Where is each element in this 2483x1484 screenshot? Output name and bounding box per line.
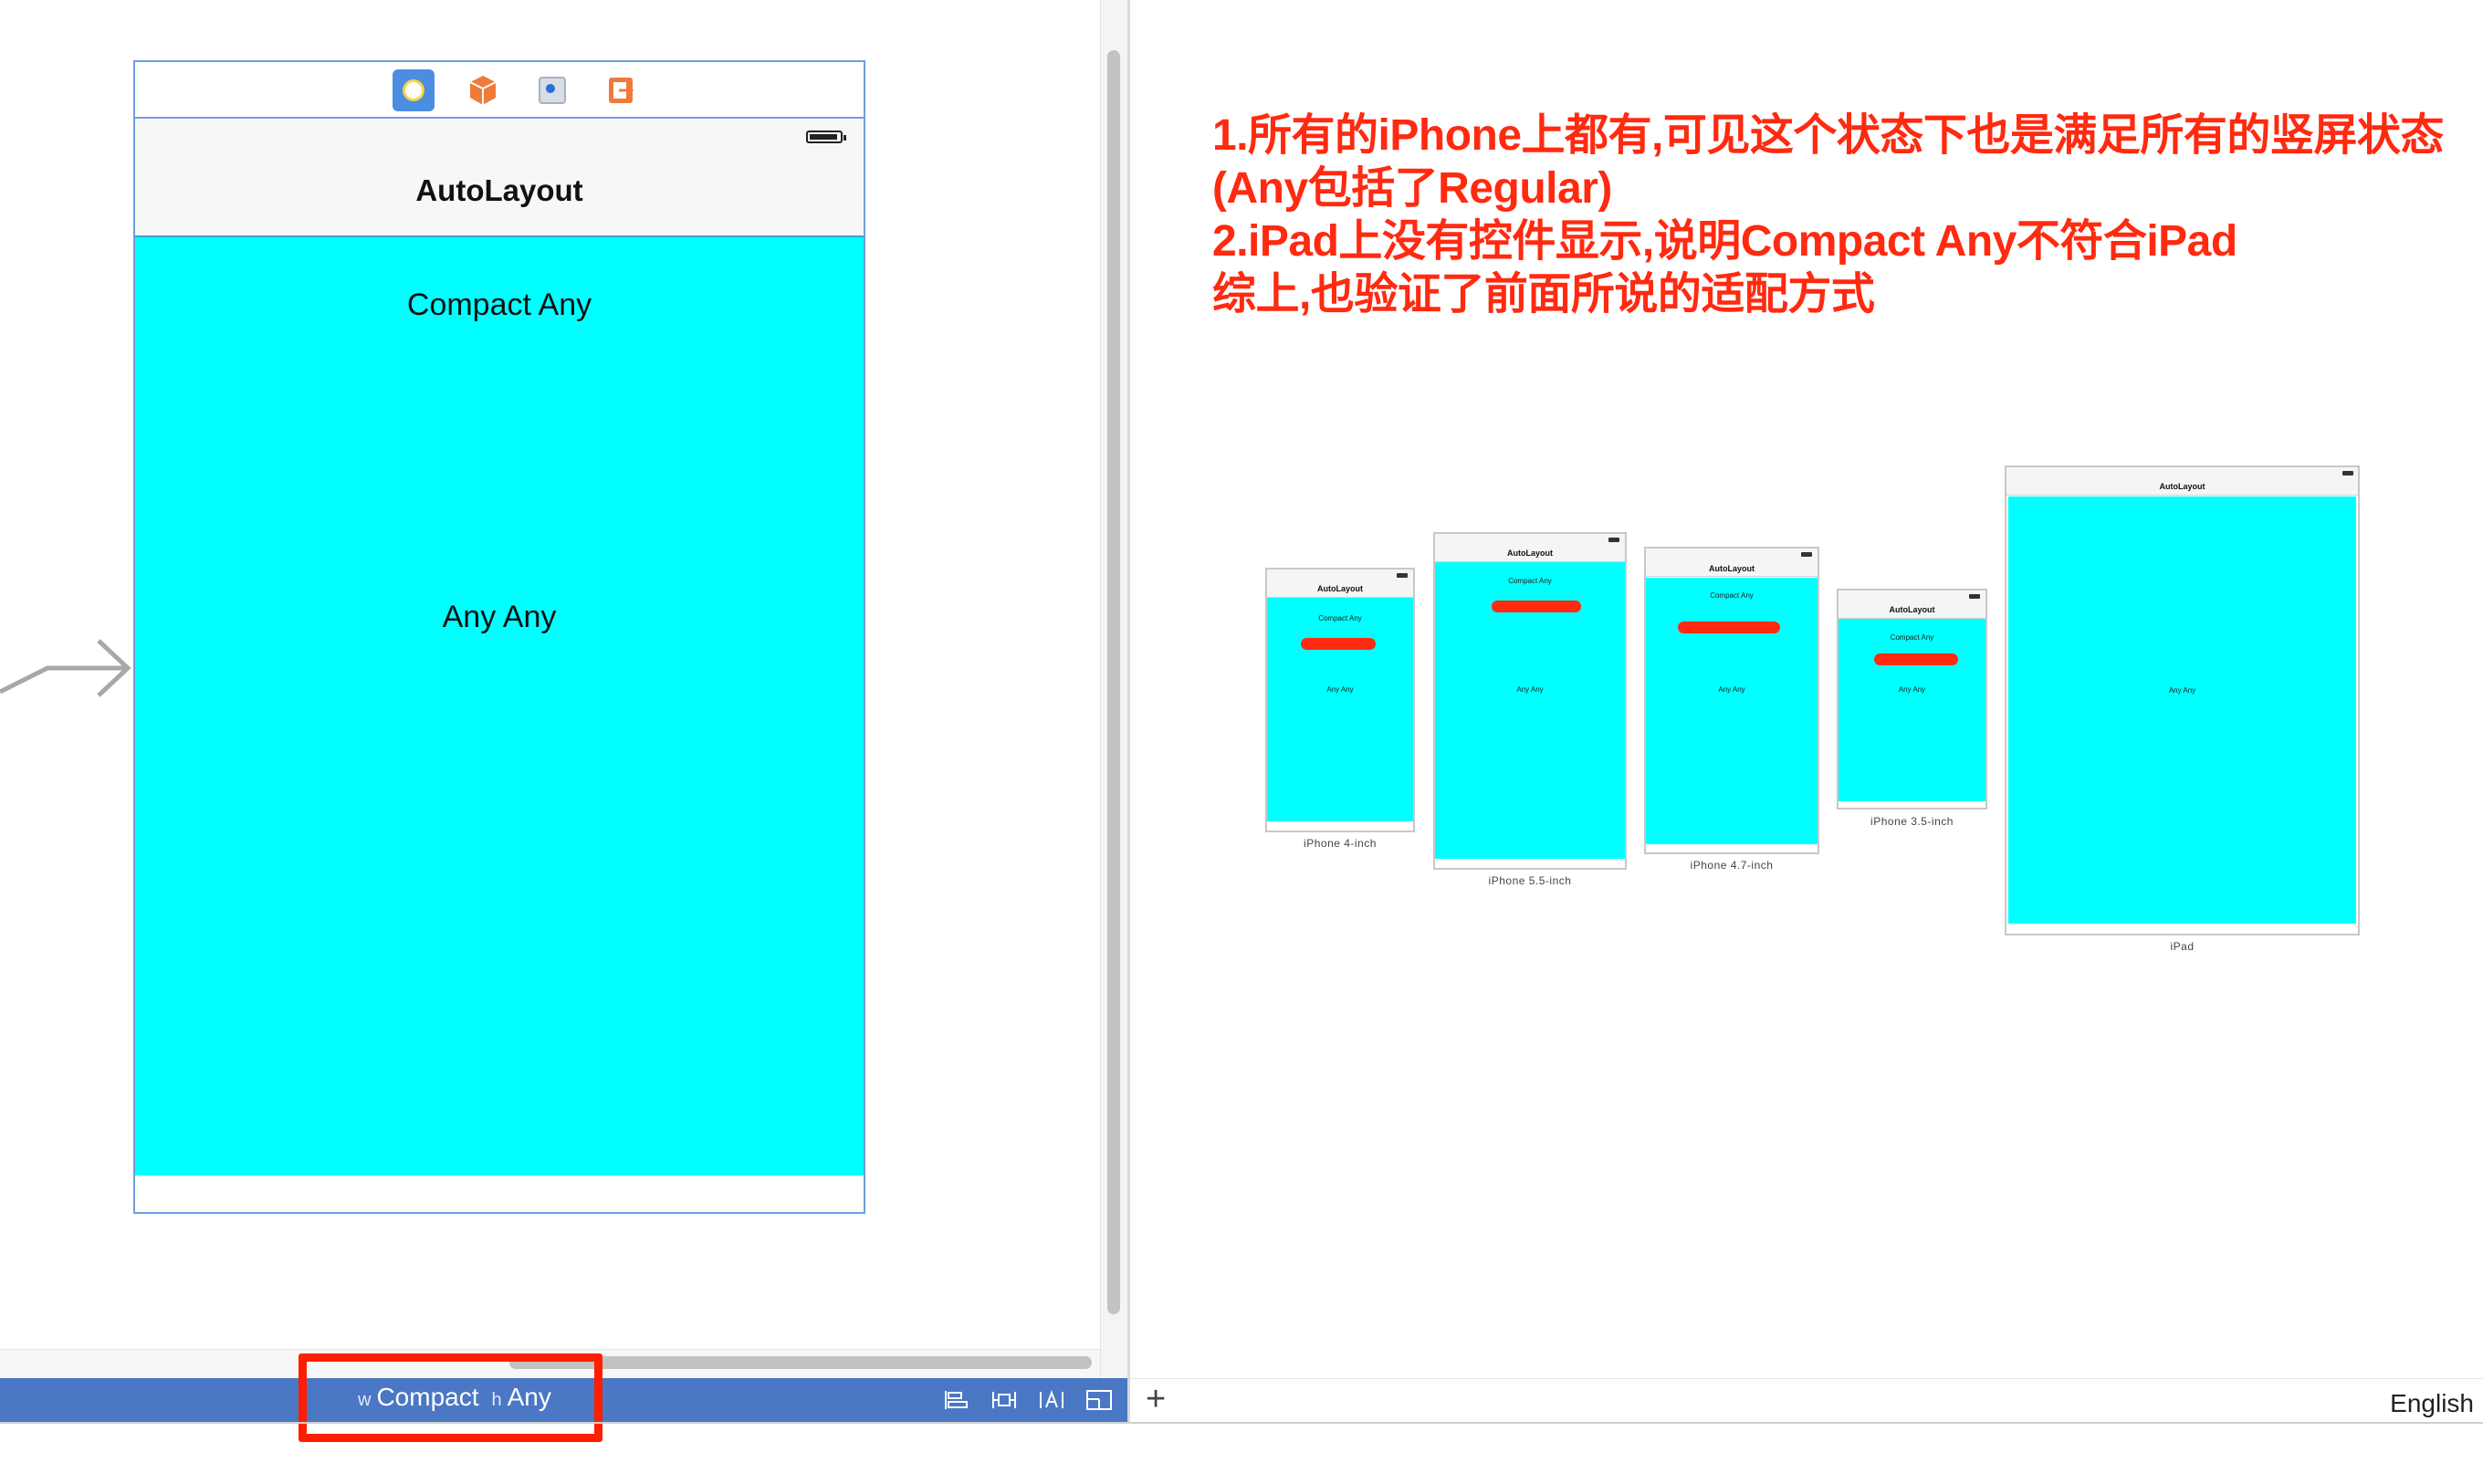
resolve-issues-icon[interactable] [1038,1389,1065,1411]
battery-icon [2342,471,2353,476]
battery-icon [1801,552,1812,557]
preview-cyan-view [1267,598,1413,821]
device-name: iPhone 4-inch [1304,837,1377,850]
preview-anyany-label: Any Any [1516,685,1544,694]
vertical-scroll-thumb[interactable] [1107,50,1120,1314]
battery-icon [1969,594,1980,599]
preview-cyan-view [1646,578,1818,844]
preview-cyan-view [2008,496,2356,924]
preview-compact-label: Compact Any [1318,614,1362,622]
first-responder-icon[interactable] [462,69,504,111]
device-name: iPhone 5.5-inch [1488,874,1572,887]
preview-title: AutoLayout [1507,549,1553,558]
battery-icon [1608,538,1619,542]
strike-mark [1301,638,1376,650]
preview-compact-label: Compact Any [1508,577,1552,585]
nav-title[interactable]: AutoLayout [135,173,864,208]
strike-mark [1492,601,1581,612]
preview-anyany-label: Any Any [2168,686,2196,695]
object-icon[interactable] [531,69,573,111]
strike-mark [1678,622,1780,633]
preview-anyany-label: Any Any [1898,685,1926,694]
preview-title: AutoLayout [2159,482,2205,491]
scene-dock [135,62,864,119]
resizing-icon[interactable] [1085,1389,1113,1411]
preview-compact-label: Compact Any [1890,633,1934,642]
add-device-button[interactable]: + [1146,1378,1173,1422]
preview-title: AutoLayout [1317,584,1363,593]
pin-icon[interactable] [990,1389,1018,1411]
preview-anyany-label: Any Any [1326,685,1354,694]
preview-bottom-bar [1130,1378,2483,1423]
initial-scene-arrow-icon [0,639,131,697]
any-any-label[interactable]: Any Any [135,600,864,635]
preview-title: AutoLayout [1709,564,1755,573]
bottom-layout-area [135,1176,864,1212]
device-name: iPhone 3.5-inch [1870,815,1954,828]
preview-compact-label: Compact Any [1710,591,1754,600]
preview-cyan-view [1839,619,1985,801]
language-selector[interactable]: English [2337,1389,2474,1418]
view-controller-icon[interactable] [393,69,435,111]
strike-mark [1874,653,1958,665]
device-name: iPhone 4.7-inch [1690,859,1774,872]
exit-icon[interactable] [601,69,643,111]
battery-icon [1397,573,1408,578]
preview-anyany-label: Any Any [1718,685,1745,694]
annotation-line-4: 综上,也验证了前面所说的适配方式 [1212,270,1875,319]
preview-title: AutoLayout [1889,605,1935,614]
cyan-content-view[interactable] [135,237,864,1176]
align-icon[interactable] [943,1389,970,1411]
compact-any-label[interactable]: Compact Any [135,287,864,323]
device-name: iPad [2170,940,2195,953]
bottom-border [0,1422,2483,1424]
pane-divider[interactable] [1127,0,1130,1424]
highlight-box [299,1353,602,1442]
battery-icon [806,131,846,143]
